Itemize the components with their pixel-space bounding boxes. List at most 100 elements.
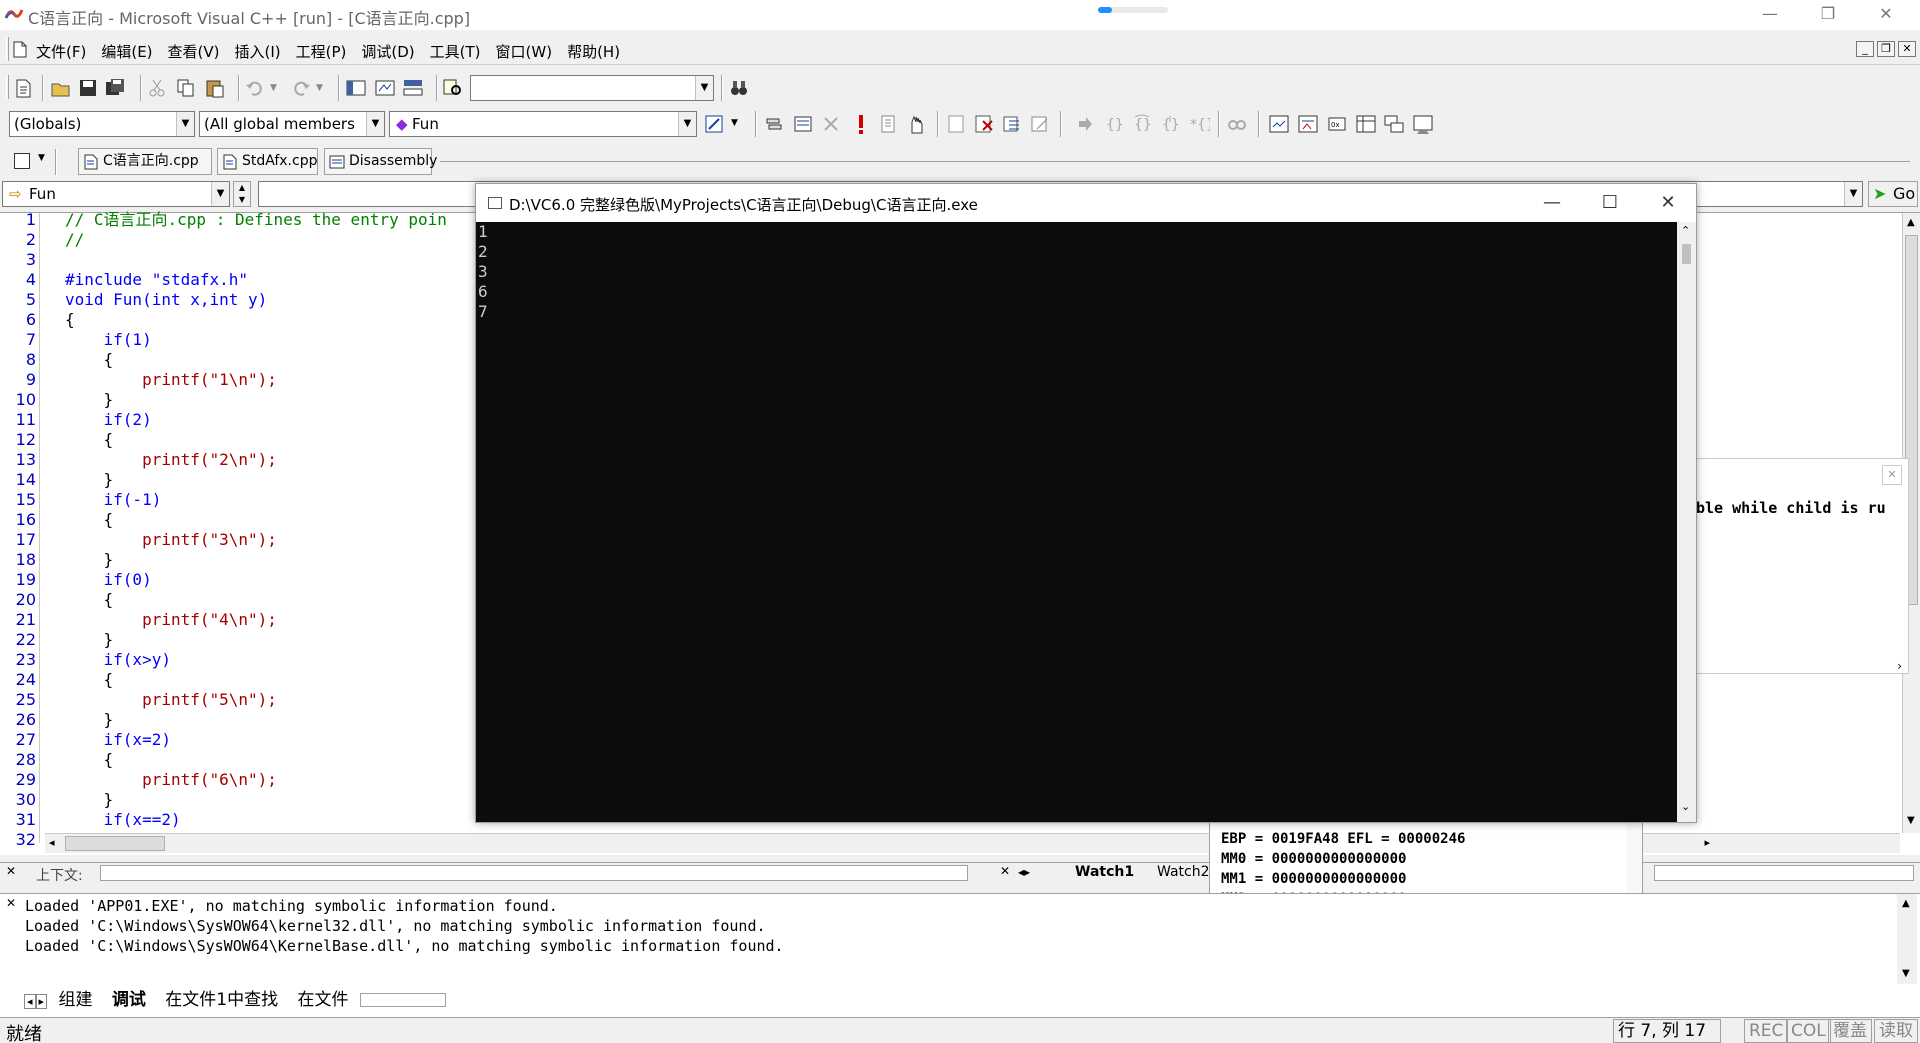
context-selector[interactable]	[100, 865, 968, 881]
chevron-right-icon[interactable]: ›	[1897, 659, 1902, 673]
menu-file[interactable]: 文件(F)	[36, 41, 86, 62]
tab-scroll-left-icon[interactable]: ◂	[24, 994, 36, 1009]
tab-watch2[interactable]: Watch2	[1157, 864, 1210, 880]
menu-tools[interactable]: 工具(T)	[430, 41, 481, 62]
disassembly-window-icon[interactable]	[1412, 113, 1434, 135]
code-line[interactable]: if(-1)	[65, 490, 162, 510]
step-out-icon[interactable]: {}	[1159, 113, 1181, 135]
menu-window[interactable]: 窗口(W)	[496, 41, 553, 62]
breakpoint-hand-icon[interactable]	[906, 113, 928, 135]
code-line[interactable]: printf("6\n");	[65, 770, 277, 790]
dialog-close-icon[interactable]: ✕	[1882, 465, 1902, 485]
stop-build-icon[interactable]	[820, 113, 842, 135]
code-line[interactable]: {	[65, 310, 75, 330]
code-line[interactable]: if(2)	[65, 410, 152, 430]
console-scrollbar[interactable]: ⌃ ⌄	[1677, 222, 1696, 822]
restore-button[interactable]: ❐	[1800, 0, 1856, 30]
code-line[interactable]: if(1)	[65, 330, 152, 350]
tab-watch1[interactable]: Watch1	[1075, 864, 1134, 880]
find-binoculars-icon[interactable]	[728, 77, 750, 99]
toolbar-grip[interactable]	[6, 75, 9, 99]
console-screen[interactable]: 12367	[476, 222, 1677, 822]
scroll-up-icon[interactable]: ▲	[1902, 898, 1910, 909]
code-line[interactable]: printf("2\n");	[65, 450, 277, 470]
code-line[interactable]: {	[65, 590, 114, 610]
code-line[interactable]: if(x=2)	[65, 730, 171, 750]
step-over-icon[interactable]: {}	[1131, 113, 1153, 135]
scope-combo[interactable]: (Globals) ▼	[9, 111, 195, 137]
context-combo[interactable]: ⇨ Fun ▼	[2, 181, 230, 207]
memory-window-icon[interactable]	[1355, 113, 1377, 135]
code-line[interactable]: {	[65, 750, 114, 770]
code-line[interactable]: printf("3\n");	[65, 530, 277, 550]
stop-debugging-icon[interactable]	[973, 113, 995, 135]
function-combo[interactable]: ◆ Fun ▼	[389, 111, 697, 137]
output-window-icon[interactable]	[374, 77, 396, 99]
code-line[interactable]: }	[65, 390, 114, 410]
code-line[interactable]: printf("5\n");	[65, 690, 277, 710]
mdi-restore-button[interactable]: ❐	[1877, 41, 1895, 57]
code-line[interactable]: #include "stdafx.h"	[65, 270, 248, 290]
new-window-icon[interactable]	[14, 153, 30, 169]
execute-icon[interactable]	[850, 113, 872, 135]
tab-debug[interactable]: 调试	[112, 990, 146, 1010]
console-minimize-button[interactable]: —	[1526, 188, 1578, 218]
wizard-action-dropdown-icon[interactable]: ▼	[731, 118, 738, 128]
undo-icon[interactable]	[244, 77, 266, 99]
console-title-bar[interactable]: D:\VC6.0 完整绿色版\MyProjects\C语言正向\Debug\C语…	[476, 184, 1696, 222]
code-line[interactable]: void Fun(int x,int y)	[65, 290, 267, 310]
menu-grip[interactable]	[6, 37, 9, 61]
chevron-down-icon[interactable]: ▼	[695, 76, 713, 100]
tab-find-in-files-2[interactable]: 在文件	[298, 990, 349, 1010]
step-into-icon[interactable]: {}	[1103, 113, 1125, 135]
menu-debug[interactable]: 调试(D)	[361, 41, 414, 62]
code-line[interactable]: if(x==2)	[65, 810, 181, 830]
debug-restart-icon[interactable]	[945, 113, 967, 135]
chevron-up-icon[interactable]: ⌃	[1681, 224, 1690, 237]
chevron-down-icon[interactable]: ▼	[366, 112, 384, 136]
output-vertical-scrollbar[interactable]: ▲ ▼	[1897, 894, 1917, 984]
tab-build[interactable]: 组建	[58, 990, 92, 1010]
apply-code-changes-icon[interactable]	[1029, 113, 1051, 135]
tab-stdafx-cpp[interactable]: StdAfx.cpp	[217, 148, 318, 175]
call-stack-icon[interactable]	[1383, 113, 1405, 135]
close-button[interactable]: ✕	[1858, 0, 1914, 30]
save-all-icon[interactable]	[104, 77, 126, 99]
watch-nav-icon[interactable]: ◂▸	[1018, 865, 1030, 879]
tab-scroll-right-icon[interactable]: ▸	[35, 994, 48, 1009]
tab-main-cpp[interactable]: C语言正向.cpp	[78, 148, 212, 175]
build-icon[interactable]	[792, 113, 814, 135]
output-h-scrollbar[interactable]	[359, 993, 446, 1007]
chevron-down-icon[interactable]: ▼	[211, 182, 229, 206]
code-line[interactable]: }	[65, 790, 114, 810]
console-window[interactable]: D:\VC6.0 完整绿色版\MyProjects\C语言正向\Debug\C语…	[475, 183, 1697, 823]
code-line[interactable]: }	[65, 470, 114, 490]
code-line[interactable]: {	[65, 510, 114, 530]
code-line[interactable]: //	[65, 230, 84, 250]
variables-window-icon[interactable]	[1297, 113, 1319, 135]
go-button[interactable]: ➤ Go	[1868, 181, 1918, 207]
compile-icon[interactable]	[763, 113, 785, 135]
tab-find-in-files-1[interactable]: 在文件1中查找	[165, 990, 278, 1010]
find-combo[interactable]: ▼	[470, 75, 714, 101]
workspace-icon[interactable]	[345, 77, 367, 99]
close-output-icon[interactable]: ✕	[6, 896, 16, 910]
show-next-statement-icon[interactable]	[1074, 113, 1096, 135]
open-folder-icon[interactable]	[50, 77, 72, 99]
run-to-cursor-icon[interactable]: *{}	[1188, 113, 1210, 135]
wizard-action-icon[interactable]	[703, 113, 725, 135]
window-list-icon[interactable]	[402, 77, 424, 99]
code-line[interactable]: }	[65, 550, 114, 570]
menu-view[interactable]: 查看(V)	[168, 41, 220, 62]
new-text-file-icon[interactable]	[12, 77, 34, 99]
code-line[interactable]: printf("1\n");	[65, 370, 277, 390]
menu-insert[interactable]: 插入(I)	[235, 41, 281, 62]
chevron-down-icon[interactable]: ▼	[1844, 182, 1862, 206]
code-line[interactable]: {	[65, 430, 114, 450]
close-watch-icon[interactable]: ✕	[1000, 864, 1010, 878]
undo-dropdown-icon[interactable]: ▼	[270, 83, 277, 93]
console-maximize-button[interactable]: ☐	[1584, 188, 1636, 218]
paste-icon[interactable]	[204, 77, 226, 99]
code-line[interactable]: // C语言正向.cpp : Defines the entry poin	[65, 210, 447, 230]
registers-window-icon[interactable]: 0x	[1326, 113, 1348, 135]
